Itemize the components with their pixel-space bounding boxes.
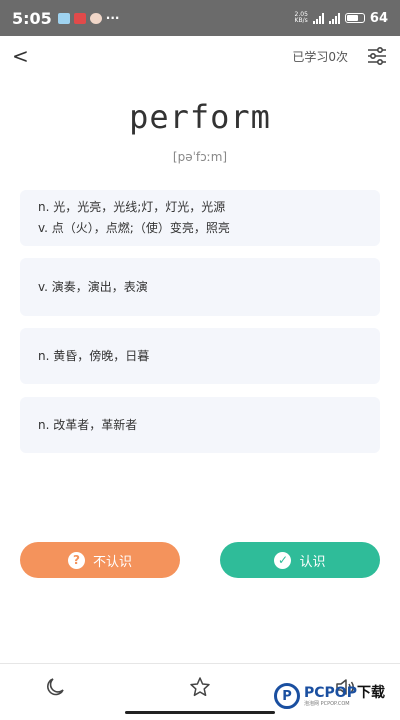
definition-line: n. 光，光亮，光线;灯，灯光，光源: [38, 200, 226, 214]
pcpop-logo-icon: P: [274, 683, 300, 709]
word-phonetic: [pəˈfɔːm]: [172, 150, 228, 164]
network-speed: 2.05 KB/s: [294, 11, 308, 24]
known-button[interactable]: ✓ 认识: [220, 542, 380, 578]
known-button-label: 认识: [299, 554, 326, 570]
signal-icon-2: [328, 12, 340, 24]
avatar-notification-icon: [89, 12, 102, 24]
pcpop-watermark: P PCPOP下载 泡泡网 PCPOP.COM: [274, 683, 385, 709]
question-icon: ?: [67, 551, 85, 569]
top-nav: < 已学习0次: [0, 36, 400, 76]
definition-card[interactable]: n. 黄昏，傍晚，日暮: [20, 328, 380, 384]
definition-line: v. 点（火），点燃;（使）变亮，照亮: [38, 221, 230, 235]
signal-icon: [312, 12, 324, 24]
definition-list: n. 光，光亮，光线;灯，灯光，光源 v. 点（火），点燃;（使）变亮，照亮 v…: [20, 190, 380, 465]
definition-card[interactable]: n. 光，光亮，光线;灯，灯光，光源 v. 点（火），点燃;（使）变亮，照亮: [20, 190, 380, 246]
watermark-brand-suffix: 下载: [356, 685, 385, 701]
notification-icons: ···: [57, 11, 120, 25]
watermark-sub: 泡泡网 PCPOP.COM: [304, 701, 350, 707]
definition-line: n. 黄昏，傍晚，日暮: [38, 348, 150, 363]
study-count: 已学习0次: [292, 49, 348, 64]
check-icon: ✓: [274, 551, 292, 569]
definition-card[interactable]: v. 演奏，演出，表演: [20, 258, 380, 316]
moon-icon[interactable]: [44, 676, 66, 698]
unknown-button[interactable]: ? 不认识: [20, 542, 180, 578]
unknown-button-label: 不认识: [92, 554, 132, 570]
word-title: perform: [129, 98, 271, 136]
app-notification-icon: [73, 12, 86, 24]
message-notification-icon: [57, 12, 70, 24]
more-notifications-icon: ···: [105, 11, 120, 25]
status-bar: 5:05 ··· 2.05 KB/s 64: [0, 0, 400, 36]
star-icon[interactable]: [189, 676, 211, 698]
definition-card[interactable]: n. 改革者，革新者: [20, 397, 380, 453]
battery-level: 64: [369, 10, 388, 26]
definition-line: v. 演奏，演出，表演: [38, 279, 148, 294]
battery-icon: [344, 13, 365, 23]
home-indicator[interactable]: [125, 711, 275, 714]
settings-sliders-icon[interactable]: [366, 45, 388, 67]
back-button[interactable]: <: [12, 44, 36, 68]
status-time: 5:05: [12, 8, 52, 28]
watermark-brand: PCPOP: [304, 685, 357, 701]
definition-line: n. 改革者，革新者: [38, 417, 138, 432]
